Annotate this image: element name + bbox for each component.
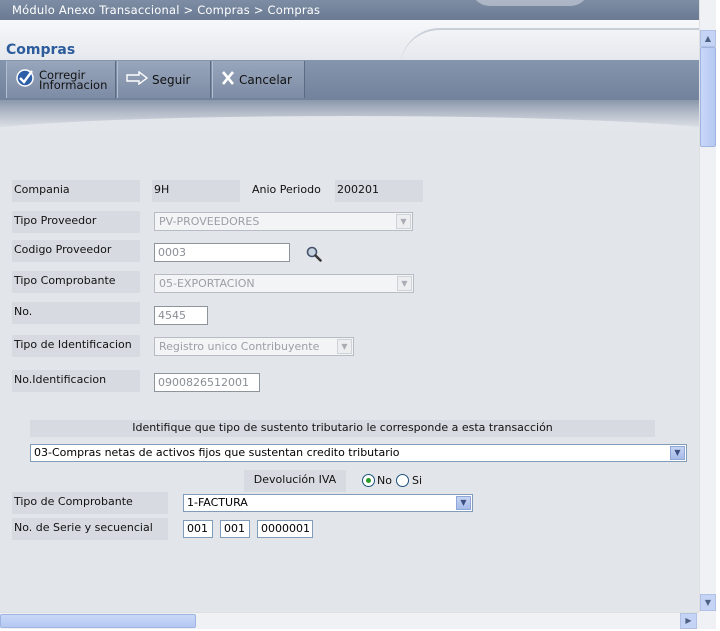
sustento-value: 03-Compras netas de activos fijos que su…: [34, 446, 400, 459]
serie-secuencial-label: No. de Serie y secuencial: [12, 518, 168, 540]
scroll-down-arrow-icon[interactable]: ▼: [700, 594, 716, 611]
toolbar-wave: [0, 100, 699, 156]
breadcrumb: Módulo Anexo Transaccional > Compras > C…: [12, 3, 321, 17]
chevron-down-icon: ▼: [396, 214, 411, 229]
form-area: Compania 9H Anio Periodo 200201 Tipo Pro…: [0, 132, 699, 612]
cancelar-label: Cancelar: [239, 72, 292, 87]
seguir-label: Seguir: [152, 72, 191, 87]
page-title: Compras: [6, 42, 76, 58]
tipo-de-comprobante-value: 1-FACTURA: [187, 496, 248, 509]
corregir-label: Corregir Informacion: [39, 69, 108, 92]
cancelar-button[interactable]: Cancelar: [212, 61, 305, 98]
devolucion-iva-label: Devolución IVA: [244, 470, 346, 492]
anio-periodo-label: Anio Periodo: [252, 183, 321, 196]
secuencial-input[interactable]: 0000001: [257, 520, 313, 538]
toolbar: Corregir Informacion Seguir Cancelar: [0, 60, 699, 100]
codigo-proveedor-input[interactable]: 0003: [154, 243, 290, 262]
corregir-label-line2: Informacion: [39, 77, 108, 92]
no-identificacion-input[interactable]: 0900826512001: [154, 373, 260, 392]
tipo-de-comprobante-select[interactable]: 1-FACTURA ▼: [183, 494, 473, 512]
tipo-de-comprobante-label: Tipo de Comprobante: [12, 492, 168, 514]
tipo-comprobante-label: Tipo Comprobante: [12, 271, 140, 293]
vertical-scrollbar[interactable]: ▲ ▼: [699, 0, 716, 612]
tipo-proveedor-label: Tipo Proveedor: [12, 211, 140, 233]
tipo-identificacion-value: Registro unico Contribuyente: [159, 340, 320, 353]
compania-label: Compania: [12, 180, 140, 202]
chevron-down-icon: ▼: [456, 496, 471, 510]
chevron-down-icon: ▼: [337, 339, 352, 354]
scrollbar-corner: [699, 612, 716, 629]
header-decoration: [470, 0, 590, 6]
radio-no[interactable]: [362, 474, 375, 487]
tipo-proveedor-value: PV-PROVEEDORES: [159, 215, 260, 228]
radio-si-label: Si: [412, 474, 423, 487]
horizontal-scrollbar[interactable]: ▶: [0, 612, 699, 629]
serie-2-input[interactable]: 001: [220, 520, 250, 538]
browser-viewport: Módulo Anexo Transaccional > Compras > C…: [0, 0, 699, 612]
chevron-down-icon: ▼: [397, 276, 412, 291]
scroll-right-arrow-icon[interactable]: ▶: [680, 613, 697, 629]
radio-si[interactable]: [396, 474, 409, 487]
anio-periodo-value: 200201: [335, 180, 423, 202]
horizontal-scroll-thumb[interactable]: [0, 614, 196, 628]
codigo-proveedor-label: Codigo Proveedor: [12, 240, 140, 262]
no-label: No.: [12, 302, 140, 324]
tipo-comprobante-value: 05-EXPORTACION: [159, 277, 255, 290]
vertical-scroll-thumb[interactable]: [700, 47, 716, 147]
chevron-down-icon: ▼: [670, 446, 685, 460]
no-input[interactable]: 4545: [154, 306, 208, 325]
no-identificacion-label: No.Identificacion: [12, 370, 140, 392]
seguir-button[interactable]: Seguir: [117, 61, 211, 98]
x-icon: [221, 71, 235, 88]
tipo-proveedor-select[interactable]: PV-PROVEEDORES ▼: [154, 212, 413, 231]
tipo-identificacion-label: Tipo de Identificacion: [12, 335, 140, 357]
title-band: [0, 20, 699, 60]
serie-1-input[interactable]: 001: [183, 520, 213, 538]
magnifier-icon[interactable]: [305, 245, 323, 266]
arrow-right-icon: [126, 70, 149, 88]
check-circle-icon: [15, 68, 35, 91]
window-edge: [716, 0, 720, 631]
tipo-identificacion-select[interactable]: Registro unico Contribuyente ▼: [154, 337, 354, 356]
sustento-prompt: Identifique que tipo de sustento tributa…: [30, 420, 655, 437]
breadcrumb-bar: Módulo Anexo Transaccional > Compras > C…: [0, 0, 699, 20]
scroll-up-arrow-icon[interactable]: ▲: [700, 30, 716, 47]
radio-no-label: No: [377, 474, 392, 487]
tipo-comprobante-select[interactable]: 05-EXPORTACION ▼: [154, 274, 414, 293]
sustento-select[interactable]: 03-Compras netas de activos fijos que su…: [30, 444, 687, 462]
corregir-informacion-button[interactable]: Corregir Informacion: [6, 61, 116, 98]
compania-value: 9H: [152, 180, 240, 202]
